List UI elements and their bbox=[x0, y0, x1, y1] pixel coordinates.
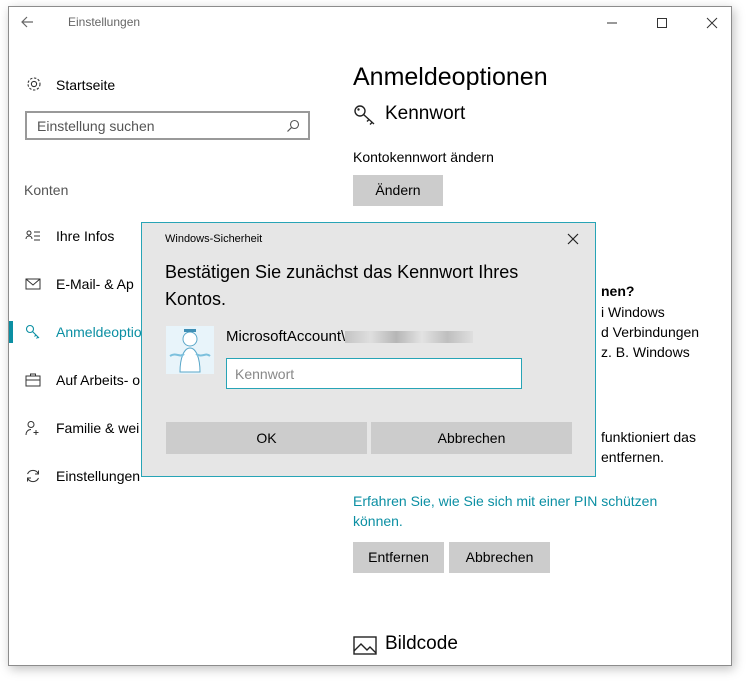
close-icon bbox=[706, 17, 718, 29]
partial-text-line: nen? bbox=[601, 283, 635, 299]
partial-text-line: funktioniert das bbox=[601, 429, 696, 445]
picture-icon bbox=[353, 636, 377, 655]
change-password-button[interactable]: Ändern bbox=[353, 175, 443, 206]
sidebar-item-label: Einstellungen bbox=[56, 468, 141, 484]
password-section-title: Kennwort bbox=[385, 103, 466, 124]
window-title: Einstellungen bbox=[68, 15, 141, 29]
maximize-icon bbox=[657, 18, 667, 28]
dialog-title: Windows-Sicherheit bbox=[165, 233, 263, 245]
back-button[interactable] bbox=[19, 11, 47, 33]
partial-text-line: d Verbindungen bbox=[601, 324, 700, 340]
mail-icon bbox=[25, 278, 41, 290]
minimize-icon bbox=[607, 22, 617, 24]
back-arrow-icon bbox=[21, 16, 33, 28]
search-placeholder: Einstellung suchen bbox=[37, 118, 155, 134]
close-icon bbox=[567, 233, 579, 245]
dialog-heading: Bestätigen Sie zunächst das Kennwort Ihr… bbox=[165, 262, 519, 309]
search-box[interactable]: Einstellung suchen bbox=[25, 111, 310, 140]
sidebar-item-label: Anmeldeoptio bbox=[56, 324, 142, 340]
partial-text-line: entfernen. bbox=[601, 449, 665, 465]
remove-button[interactable]: Entfernen bbox=[353, 542, 444, 573]
maximize-button[interactable] bbox=[642, 11, 682, 33]
sync-icon bbox=[27, 469, 39, 483]
partial-text-line: z. B. Windows bbox=[601, 344, 690, 360]
briefcase-icon bbox=[25, 373, 41, 387]
account-name: MicrosoftAccount\ bbox=[226, 328, 474, 345]
security-dialog: Windows-Sicherheit Bestätigen Sie zunäch… bbox=[141, 222, 596, 477]
account-prefix: MicrosoftAccount\ bbox=[226, 328, 346, 345]
page-title: Anmeldeoptionen bbox=[353, 63, 548, 91]
partial-text-line: i Windows bbox=[601, 304, 665, 320]
change-password-description: Kontokennwort ändern bbox=[353, 149, 494, 165]
dialog-close-button[interactable] bbox=[562, 229, 584, 249]
title-bar: Einstellungen bbox=[9, 7, 731, 37]
cancel-button[interactable]: Abbrechen bbox=[449, 542, 550, 573]
key-icon bbox=[25, 324, 40, 339]
close-window-button[interactable] bbox=[692, 11, 731, 33]
active-indicator bbox=[9, 321, 13, 343]
minimize-button[interactable] bbox=[592, 11, 632, 33]
pin-learn-more-link[interactable]: Erfahren Sie, wie Sie sich mit einer PIN… bbox=[353, 491, 683, 531]
sidebar-item-label: Familie & wei bbox=[56, 420, 140, 436]
key-icon bbox=[354, 105, 375, 125]
sidebar-item-label: Ihre Infos bbox=[56, 228, 115, 244]
picture-password-title: Bildcode bbox=[385, 633, 458, 654]
search-icon bbox=[287, 119, 300, 132]
section-label-accounts: Konten bbox=[24, 182, 69, 198]
redacted-account bbox=[345, 331, 474, 344]
person-card-icon bbox=[25, 230, 40, 241]
person-add-icon bbox=[25, 421, 39, 436]
sidebar-item-label: Auf Arbeits- o bbox=[56, 372, 141, 388]
dialog-cancel-button[interactable]: Abbrechen bbox=[371, 422, 572, 454]
ok-button[interactable]: OK bbox=[166, 422, 367, 454]
gear-icon bbox=[27, 77, 41, 91]
avatar bbox=[166, 326, 214, 374]
sidebar-item-label: E-Mail- & Ap bbox=[56, 276, 134, 292]
password-input[interactable] bbox=[226, 358, 522, 389]
sidebar-home-label: Startseite bbox=[56, 77, 116, 93]
